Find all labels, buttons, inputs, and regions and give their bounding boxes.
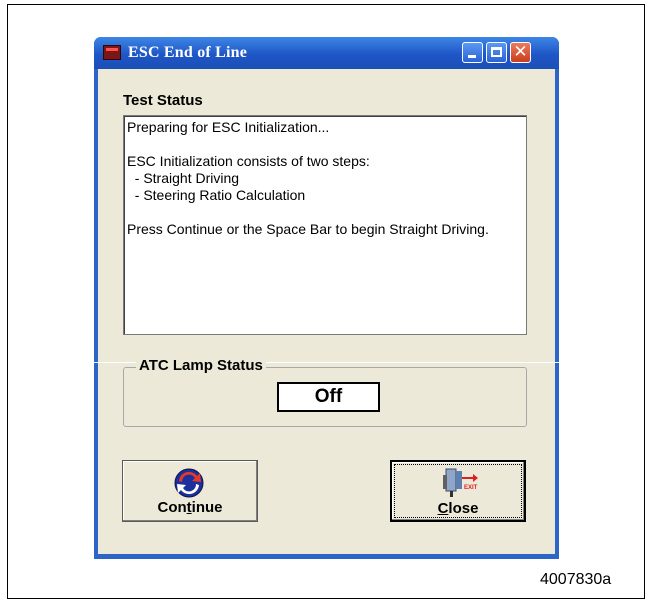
test-status-label: Test Status [123, 92, 203, 109]
exit-icon: EXIT [443, 468, 478, 497]
status-line: - Straight Driving [127, 170, 240, 186]
atc-lamp-label: ATC Lamp Status [136, 357, 266, 374]
refresh-icon [174, 468, 204, 498]
close-window-button[interactable]: ✕ [510, 42, 531, 63]
status-line: ESC Initialization consists of two steps… [127, 153, 370, 169]
close-button[interactable]: EXIT Close [390, 460, 526, 522]
close-label: Close [437, 500, 479, 517]
test-status-textbox[interactable]: Preparing for ESC Initialization... ​ ES… [123, 115, 527, 335]
status-line: ​ [127, 204, 523, 221]
status-line: Preparing for ESC Initialization... [127, 119, 330, 135]
figure-id: 4007830a [540, 571, 612, 588]
minimize-button[interactable] [462, 42, 483, 63]
status-line: - Steering Ratio Calculation [127, 187, 306, 203]
status-line: Press Continue or the Space Bar to begin… [127, 221, 489, 237]
atc-lamp-value: Off [277, 382, 380, 412]
window-title: ESC End of Line [128, 44, 248, 61]
title-bar[interactable]: ESC End of Line ✕ [94, 37, 559, 69]
svg-text:EXIT: EXIT [464, 485, 478, 491]
close-icon: ✕ [513, 42, 528, 62]
status-line: ​ [127, 136, 523, 153]
continue-label: Continue [157, 499, 223, 516]
continue-button[interactable]: Continue [122, 460, 258, 522]
app-icon [103, 45, 121, 60]
maximize-button[interactable] [486, 42, 507, 63]
